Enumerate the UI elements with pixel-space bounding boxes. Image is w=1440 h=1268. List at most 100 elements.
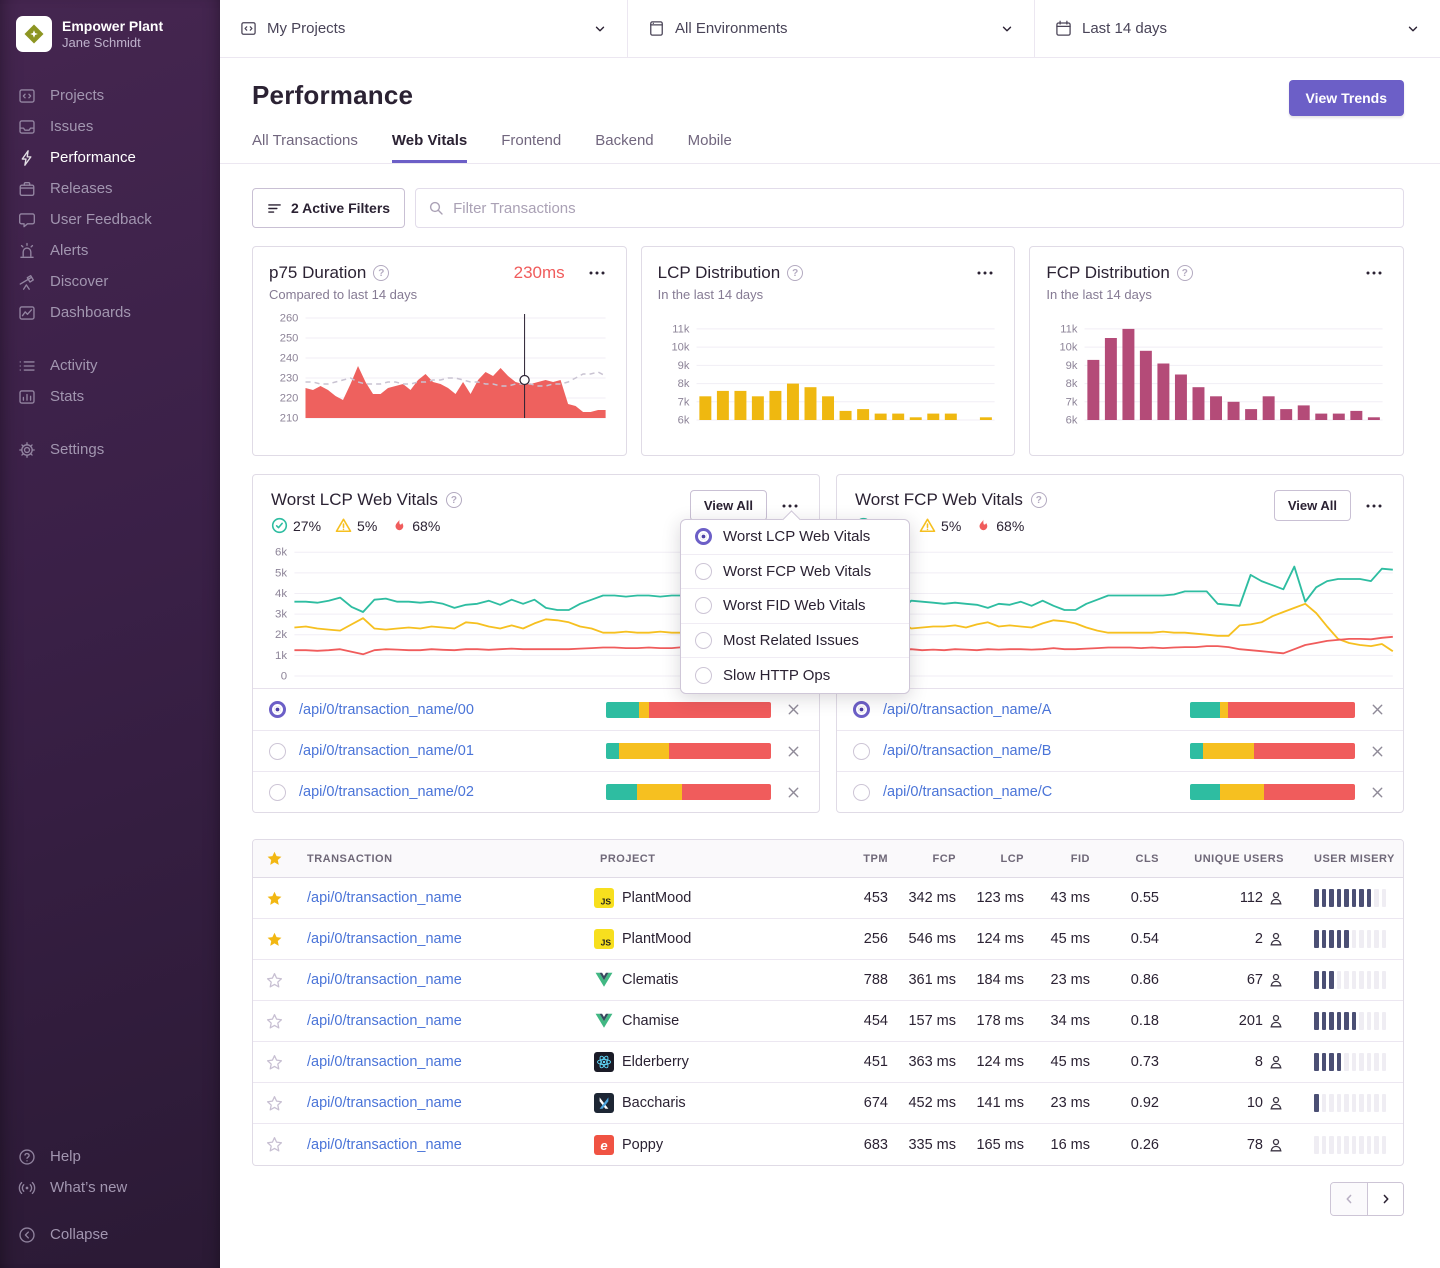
close-icon[interactable] xyxy=(784,700,803,719)
org-switcher[interactable]: Empower Plant Jane Schmidt xyxy=(0,16,220,52)
transaction-link[interactable]: /api/0/transaction_name xyxy=(307,1013,462,1029)
menu-item-worst-lcp-web-vitals[interactable]: Worst LCP Web Vitals xyxy=(681,520,909,555)
help-icon[interactable]: ? xyxy=(1177,265,1193,281)
project-name[interactable]: Baccharis xyxy=(622,1095,686,1111)
project-name[interactable]: PlantMood xyxy=(622,890,691,906)
sidebar-collapse-button[interactable]: Collapse xyxy=(0,1219,220,1250)
tab-backend[interactable]: Backend xyxy=(595,132,653,163)
close-icon[interactable] xyxy=(784,742,803,761)
transaction-link[interactable]: /api/0/transaction_name xyxy=(307,1054,462,1070)
favorite-toggle[interactable] xyxy=(253,972,295,989)
sidebar-item-user-feedback[interactable]: User Feedback xyxy=(0,204,220,235)
transaction-link[interactable]: /api/0/transaction_name/B xyxy=(883,743,1051,759)
tab-frontend[interactable]: Frontend xyxy=(501,132,561,163)
favorite-toggle[interactable] xyxy=(253,1013,295,1030)
menu-item-worst-fid-web-vitals[interactable]: Worst FID Web Vitals xyxy=(681,589,909,624)
transaction-link[interactable]: /api/0/transaction_name xyxy=(307,890,462,906)
tab-all-transactions[interactable]: All Transactions xyxy=(252,132,358,163)
previous-page-button[interactable] xyxy=(1331,1183,1367,1215)
menu-item-slow-http-ops[interactable]: Slow HTTP Ops xyxy=(681,658,909,693)
sidebar-item-help[interactable]: Help xyxy=(0,1141,220,1172)
transaction-link[interactable]: /api/0/transaction_name/C xyxy=(883,784,1052,800)
sidebar-item-performance[interactable]: Performance xyxy=(0,142,220,173)
help-icon[interactable]: ? xyxy=(373,265,389,281)
view-trends-button[interactable]: View Trends xyxy=(1289,80,1404,116)
transaction-link[interactable]: /api/0/transaction_name xyxy=(307,972,462,988)
help-icon[interactable]: ? xyxy=(1031,492,1047,508)
transaction-radio[interactable] xyxy=(853,701,870,718)
favorite-toggle[interactable] xyxy=(253,1095,295,1112)
svg-text:0: 0 xyxy=(281,671,287,683)
project-name[interactable]: Clematis xyxy=(622,972,678,988)
menu-radio[interactable] xyxy=(695,528,712,545)
sidebar-item-releases[interactable]: Releases xyxy=(0,173,220,204)
close-icon[interactable] xyxy=(1368,742,1387,761)
sidebar-item-stats[interactable]: Stats xyxy=(0,381,220,412)
column-header-lcp[interactable]: LCP xyxy=(962,853,1030,865)
search-input[interactable] xyxy=(453,200,1391,217)
project-name[interactable]: Chamise xyxy=(622,1013,679,1029)
menu-item-worst-fcp-web-vitals[interactable]: Worst FCP Web Vitals xyxy=(681,555,909,590)
overflow-menu-button[interactable] xyxy=(584,268,610,278)
tab-web-vitals[interactable]: Web Vitals xyxy=(392,132,467,163)
project-name[interactable]: PlantMood xyxy=(622,931,691,947)
environment-filter-dropdown[interactable]: All Environments xyxy=(628,0,1035,57)
transaction-link[interactable]: /api/0/transaction_name xyxy=(307,931,462,947)
menu-radio[interactable] xyxy=(695,632,712,649)
sidebar-item-activity[interactable]: Activity xyxy=(0,350,220,381)
menu-radio[interactable] xyxy=(695,563,712,580)
transaction-radio[interactable] xyxy=(269,784,286,801)
next-page-button[interactable] xyxy=(1367,1183,1403,1215)
close-icon[interactable] xyxy=(1368,783,1387,802)
column-header-unique-users[interactable]: UNIQUE USERS xyxy=(1165,853,1290,865)
overflow-menu-button[interactable] xyxy=(777,501,803,511)
menu-item-most-related-issues[interactable]: Most Related Issues xyxy=(681,624,909,659)
column-header-cls[interactable]: CLS xyxy=(1096,853,1165,865)
transaction-radio[interactable] xyxy=(853,784,870,801)
overflow-menu-button[interactable] xyxy=(972,268,998,278)
transaction-link[interactable]: /api/0/transaction_name xyxy=(307,1095,462,1111)
favorite-toggle[interactable] xyxy=(253,890,295,907)
sidebar-item-alerts[interactable]: Alerts xyxy=(0,235,220,266)
favorite-toggle[interactable] xyxy=(253,1054,295,1071)
transaction-radio[interactable] xyxy=(269,743,286,760)
transaction-link[interactable]: /api/0/transaction_name/A xyxy=(883,702,1051,718)
project-name[interactable]: Elderberry xyxy=(622,1054,689,1070)
column-header-tpm[interactable]: TPM xyxy=(828,853,894,865)
overflow-menu-button[interactable] xyxy=(1361,501,1387,511)
sidebar-item-issues[interactable]: Issues xyxy=(0,111,220,142)
close-icon[interactable] xyxy=(1368,700,1387,719)
favorite-toggle[interactable] xyxy=(253,1136,295,1153)
date-range-dropdown[interactable]: Last 14 days xyxy=(1035,0,1440,57)
view-all-button[interactable]: View All xyxy=(1274,490,1351,521)
transaction-radio[interactable] xyxy=(853,743,870,760)
help-icon[interactable]: ? xyxy=(787,265,803,281)
project-filter-dropdown[interactable]: My Projects xyxy=(220,0,628,57)
active-filters-button[interactable]: 2 Active Filters xyxy=(252,188,405,228)
tab-mobile[interactable]: Mobile xyxy=(688,132,732,163)
transaction-link[interactable]: /api/0/transaction_name xyxy=(307,1137,462,1153)
menu-radio[interactable] xyxy=(695,597,712,614)
sidebar-item-projects[interactable]: Projects xyxy=(0,80,220,111)
column-header-transaction[interactable]: TRANSACTION xyxy=(295,853,588,865)
transaction-link[interactable]: /api/0/transaction_name/01 xyxy=(299,743,474,759)
column-header-user-misery[interactable]: USER MISERY xyxy=(1290,853,1403,865)
overflow-menu-button[interactable] xyxy=(1361,268,1387,278)
transaction-link[interactable]: /api/0/transaction_name/00 xyxy=(299,702,474,718)
close-icon[interactable] xyxy=(784,783,803,802)
view-all-button[interactable]: View All xyxy=(690,490,767,521)
transaction-radio[interactable] xyxy=(269,701,286,718)
sidebar-item-discover[interactable]: Discover xyxy=(0,266,220,297)
column-header-fcp[interactable]: FCP xyxy=(894,853,962,865)
column-header-project[interactable]: PROJECT xyxy=(588,853,828,865)
sidebar-item-settings[interactable]: Settings xyxy=(0,434,220,465)
sidebar-item-whats-new[interactable]: What’s new xyxy=(0,1172,220,1203)
menu-radio[interactable] xyxy=(695,667,712,684)
transaction-link[interactable]: /api/0/transaction_name/02 xyxy=(299,784,474,800)
favorite-toggle[interactable] xyxy=(253,931,295,948)
project-name[interactable]: Poppy xyxy=(622,1137,663,1153)
column-header-fid[interactable]: FID xyxy=(1030,853,1096,865)
sidebar-item-dashboards[interactable]: Dashboards xyxy=(0,297,220,328)
javascript-platform-icon: JS xyxy=(594,888,614,908)
help-icon[interactable]: ? xyxy=(446,492,462,508)
